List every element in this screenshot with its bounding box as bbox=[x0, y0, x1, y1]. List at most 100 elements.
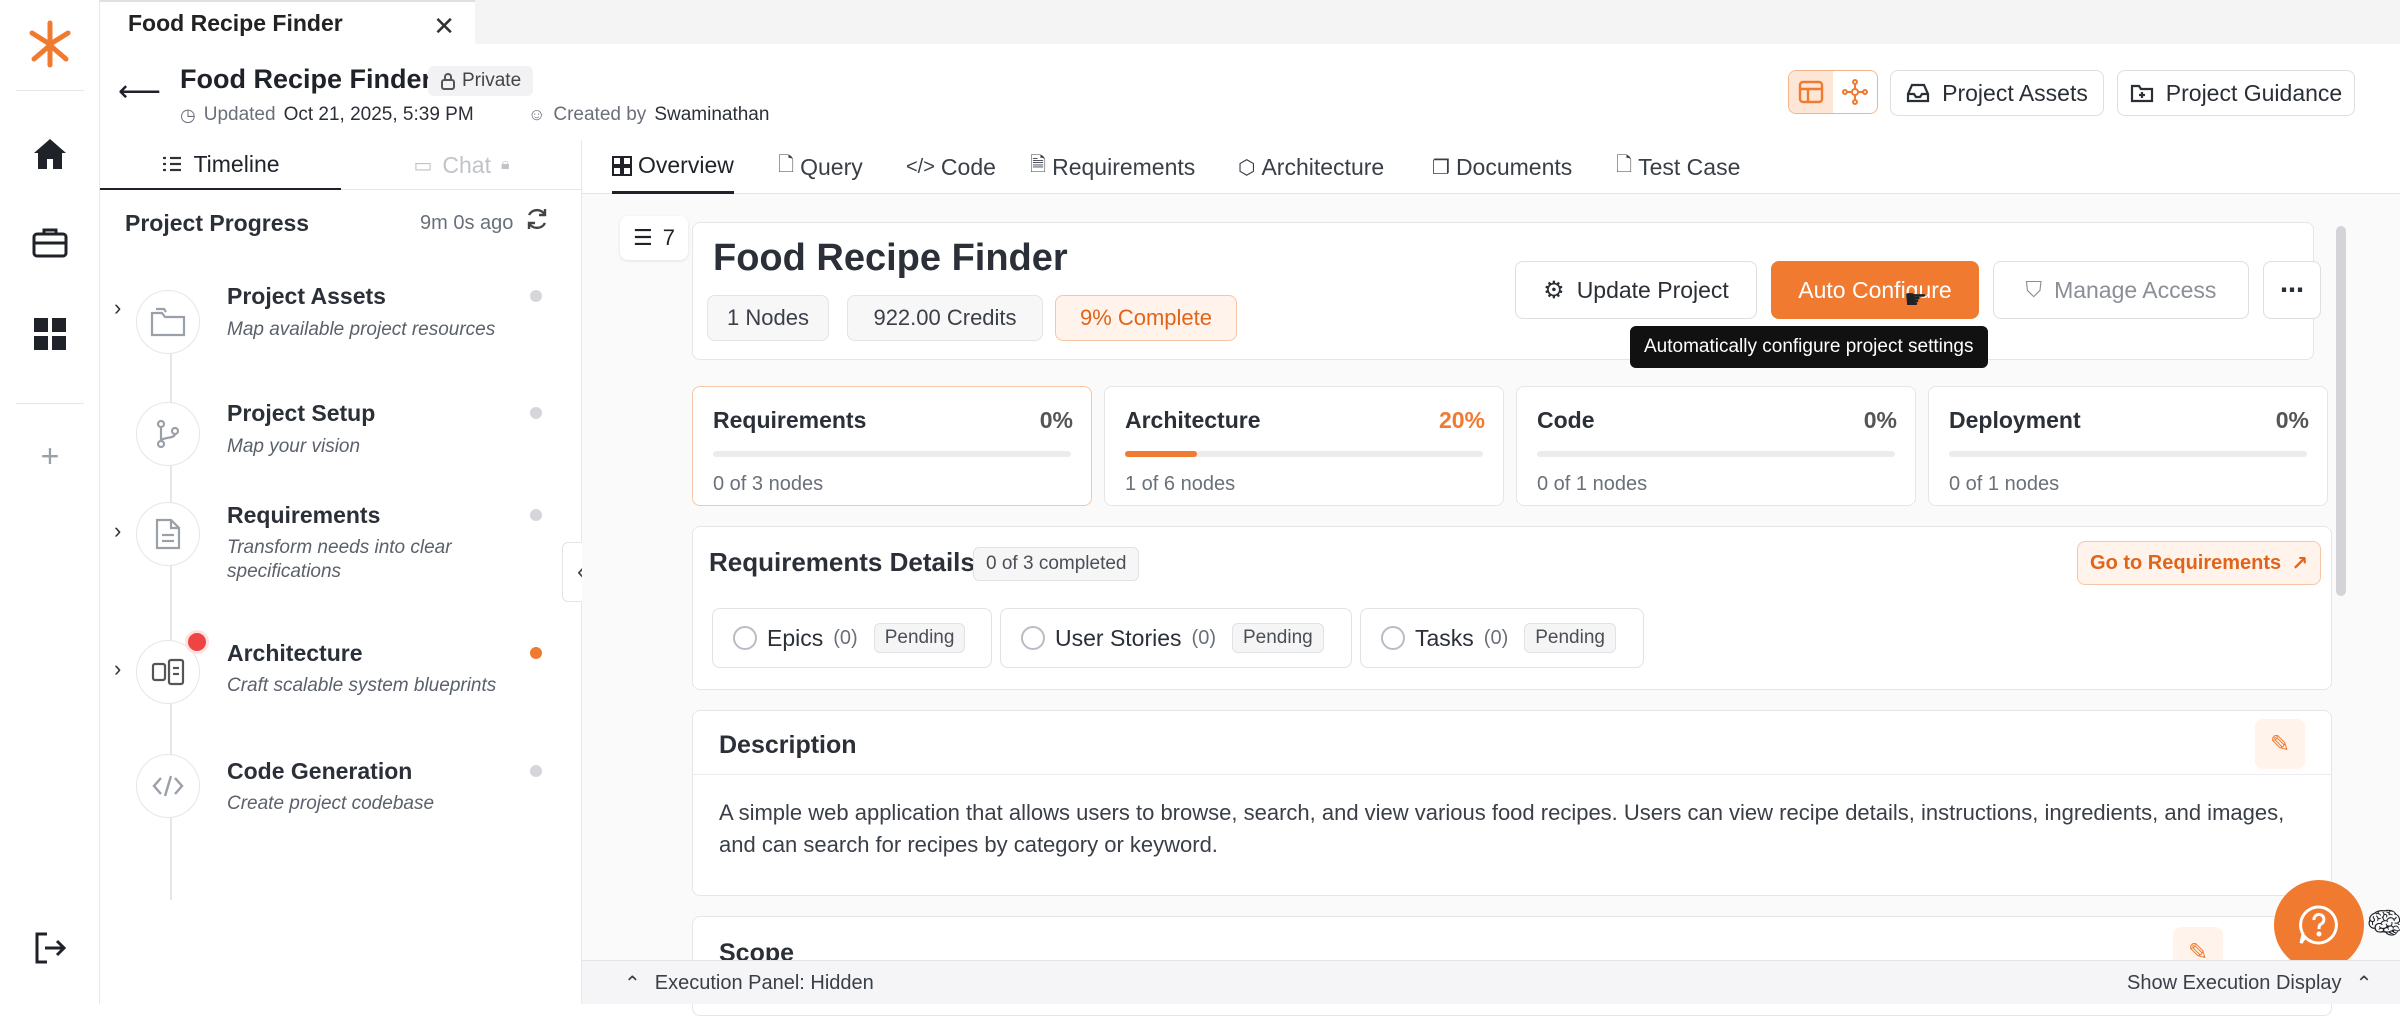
app-logo-icon[interactable] bbox=[24, 18, 76, 70]
chevron-right-icon[interactable]: › bbox=[114, 518, 121, 544]
file-icon: 🗋︎ bbox=[778, 154, 795, 176]
progress-card-percent: 0% bbox=[2275, 407, 2309, 433]
chevron-right-icon[interactable]: › bbox=[114, 656, 121, 682]
manage-access-button[interactable]: ⛉ Manage Access bbox=[1993, 261, 2249, 319]
project-guidance-button[interactable]: Project Guidance bbox=[2117, 70, 2355, 116]
progress-card-count: 0 of 1 nodes bbox=[1537, 473, 1648, 495]
progress-card-percent: 0% bbox=[1039, 407, 1073, 433]
update-project-button[interactable]: ⚙ Update Project bbox=[1515, 261, 1757, 319]
brain-icon[interactable]: 🧠︎ bbox=[2366, 906, 2400, 941]
test-icon: 🗋︎ bbox=[1616, 154, 1633, 176]
status-dot-active bbox=[530, 647, 542, 659]
auto-configure-button[interactable]: Auto Configure bbox=[1771, 261, 1979, 319]
execution-panel-toggle[interactable]: ⌃ Execution Panel: Hidden bbox=[624, 971, 874, 996]
timeline-icon bbox=[163, 156, 182, 172]
progress-card-count: 1 of 6 nodes bbox=[1125, 473, 1236, 495]
tab-test-case-label: Test Case bbox=[1638, 153, 1741, 180]
lock-icon bbox=[441, 73, 455, 90]
step-subtitle: Create project codebase bbox=[227, 793, 435, 814]
tab-requirements-label: Requirements bbox=[1052, 153, 1196, 180]
req-details-title: Requirements Details bbox=[709, 547, 975, 577]
close-tab-icon[interactable]: ✕ bbox=[433, 11, 455, 42]
radio-icon bbox=[1021, 626, 1045, 650]
progress-bar-fill bbox=[1125, 451, 1197, 457]
chevron-up-icon: ⌃ bbox=[624, 973, 641, 995]
chip-count: (0) bbox=[1191, 626, 1216, 649]
auto-configure-tooltip: Automatically configure project settings bbox=[1630, 326, 1988, 368]
step-subtitle: Map your vision bbox=[227, 436, 361, 457]
tab-timeline-label: Timeline bbox=[193, 150, 280, 177]
logout-icon[interactable] bbox=[24, 922, 76, 974]
updated-meta: ◷ Updated Oct 21, 2025, 5:39 PM bbox=[180, 104, 474, 126]
main-panel: Overview 🗋︎ Query </> Code 🗎︎ Requiremen… bbox=[582, 140, 2400, 1016]
status-badge: Pending bbox=[873, 623, 966, 653]
progress-card-deployment[interactable]: Deployment 0% 0 of 1 nodes bbox=[1928, 386, 2328, 506]
code-icon: </> bbox=[906, 155, 935, 178]
progress-card-count: 0 of 3 nodes bbox=[713, 473, 824, 495]
chip-epics[interactable]: Epics (0) Pending bbox=[712, 608, 992, 668]
description-header bbox=[693, 711, 2331, 775]
home-icon[interactable] bbox=[24, 128, 76, 180]
chip-tasks[interactable]: Tasks (0) Pending bbox=[1360, 608, 1644, 668]
step-title: Project Setup bbox=[227, 400, 376, 426]
folder-plus-icon bbox=[2130, 84, 2153, 103]
tab-documents[interactable]: ❐ Documents bbox=[1432, 140, 1572, 194]
chat-icon: ▭ bbox=[413, 154, 433, 177]
step-subtitle: Map available project resources bbox=[227, 319, 496, 340]
nodes-badge: 1 Nodes bbox=[707, 295, 829, 341]
tab-test-case[interactable]: 🗋︎ Test Case bbox=[1616, 140, 1740, 194]
window-tab[interactable]: Food Recipe Finder ✕ bbox=[100, 0, 475, 44]
help-chat-button[interactable] bbox=[2274, 880, 2364, 970]
window-tab-bar: Food Recipe Finder ✕ bbox=[100, 0, 2400, 44]
manage-access-label: Manage Access bbox=[2054, 276, 2217, 303]
tab-overview[interactable]: Overview bbox=[612, 140, 734, 194]
status-dot bbox=[530, 765, 542, 777]
tab-chat[interactable]: ▭ Chat 🔒︎ bbox=[341, 140, 582, 190]
req-completed-badge: 0 of 3 completed bbox=[973, 547, 1140, 581]
code-icon bbox=[136, 754, 200, 818]
complete-badge: 9% Complete bbox=[1055, 295, 1237, 341]
add-icon[interactable]: + bbox=[24, 430, 76, 482]
chip-user-stories[interactable]: User Stories (0) Pending bbox=[1000, 608, 1352, 668]
progress-title: Project Progress bbox=[125, 210, 310, 236]
updated-label: Updated bbox=[203, 104, 276, 125]
project-summary-card: Food Recipe Finder 1 Nodes 922.00 Credit… bbox=[692, 222, 2321, 360]
toc-button[interactable]: ☰ 7 bbox=[620, 216, 688, 260]
edit-description-icon[interactable]: ✎ bbox=[2255, 719, 2305, 769]
toc-count: 7 bbox=[662, 225, 675, 250]
progress-card-code[interactable]: Code 0% 0 of 1 nodes bbox=[1516, 386, 1916, 506]
shield-icon: ⛉ bbox=[2025, 277, 2043, 302]
briefcase-icon[interactable] bbox=[24, 216, 76, 268]
description-text: A simple web application that allows use… bbox=[719, 800, 2285, 857]
window-tab-title: Food Recipe Finder bbox=[128, 9, 343, 36]
credits-badge: 922.00 Credits bbox=[847, 295, 1043, 341]
tab-chat-label: Chat bbox=[442, 151, 491, 178]
project-card-title: Food Recipe Finder bbox=[713, 237, 1068, 279]
go-to-requirements-button[interactable]: Go to Requirements ↗ bbox=[2077, 541, 2321, 585]
refresh-icon[interactable] bbox=[524, 206, 550, 232]
folder-icon bbox=[136, 290, 200, 354]
more-options-icon[interactable]: ⋯ bbox=[2263, 261, 2321, 319]
user-icon: ☺ bbox=[528, 105, 546, 124]
description-card: Description ✎ A simple web application t… bbox=[692, 710, 2332, 896]
tab-timeline[interactable]: Timeline bbox=[100, 140, 341, 190]
back-arrow-icon[interactable]: ⟵ bbox=[118, 74, 161, 109]
grid-icon[interactable] bbox=[24, 308, 76, 360]
project-assets-button[interactable]: Project Assets bbox=[1890, 70, 2104, 116]
tab-code[interactable]: </> Code bbox=[906, 140, 996, 194]
scrollbar-thumb[interactable] bbox=[2336, 226, 2346, 596]
progress-card-architecture[interactable]: Architecture 20% 1 of 6 nodes bbox=[1104, 386, 1504, 506]
progress-card-requirements[interactable]: Requirements 0% 0 of 3 nodes bbox=[692, 386, 1092, 506]
tab-requirements[interactable]: 🗎︎ Requirements bbox=[1030, 140, 1195, 194]
show-execution-display-button[interactable]: Show Execution Display ⌃ bbox=[2127, 971, 2372, 996]
status-dot bbox=[530, 509, 542, 521]
tab-query[interactable]: 🗋︎ Query bbox=[778, 140, 863, 194]
mouse-cursor-icon: ☛ bbox=[1904, 284, 1928, 314]
tab-architecture[interactable]: ⬡ Architecture bbox=[1238, 140, 1384, 194]
step-title: Code Generation bbox=[227, 758, 413, 784]
graph-view-icon[interactable] bbox=[1833, 71, 1877, 113]
radio-icon bbox=[733, 626, 757, 650]
table-view-icon[interactable] bbox=[1789, 71, 1833, 113]
chevron-right-icon[interactable]: › bbox=[114, 295, 121, 321]
project-title: Food Recipe Finder bbox=[180, 64, 433, 94]
